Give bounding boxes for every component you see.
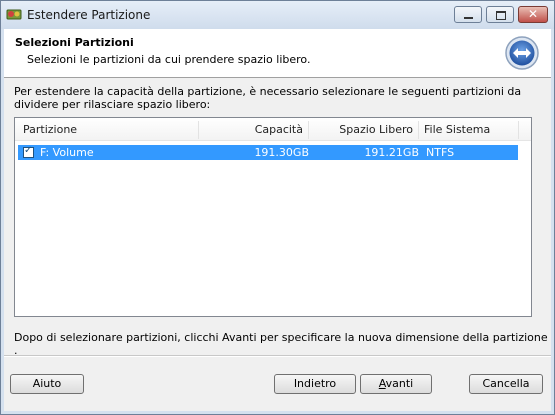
title-bar[interactable]: Estendere Partizione ✕	[1, 1, 554, 29]
partition-list[interactable]: Partizione Capacità Spazio Libero File S…	[14, 117, 532, 317]
next-accelerator: A	[378, 377, 386, 390]
instructions-text: Per estendere la capacità della partizio…	[14, 85, 522, 111]
help-button[interactable]: Aiuto	[10, 374, 84, 394]
dialog-window: Estendere Partizione ✕ Selezioni Partizi…	[0, 0, 555, 415]
close-icon: ✕	[527, 7, 539, 21]
back-button[interactable]: Indietro	[274, 374, 356, 394]
dialog-client: Selezioni Partizioni Selezioni le partiz…	[4, 29, 551, 411]
page-title: Selezioni Partizioni	[15, 36, 134, 49]
column-header-capacity[interactable]: Capacità	[199, 121, 309, 139]
column-header-file-system[interactable]: File Sistema	[419, 121, 519, 139]
app-icon	[6, 9, 22, 20]
extend-arrows-icon	[505, 36, 539, 70]
maximize-button[interactable]	[486, 6, 514, 23]
window-title: Estendere Partizione	[27, 8, 151, 22]
next-label: vanti	[385, 377, 414, 390]
separator	[4, 355, 551, 357]
cell-partition: F: Volume	[40, 146, 94, 159]
page-subtitle: Selezioni le partizioni da cui prendere …	[27, 53, 311, 66]
checkmark-icon: ✓	[24, 145, 33, 156]
close-button[interactable]: ✕	[518, 6, 548, 23]
table-row[interactable]: ✓ F: Volume 191.30GB 191.21GB NTFS	[18, 145, 518, 160]
footer-note: Dopo di selezionare partizioni, clicchi …	[14, 331, 548, 357]
row-checkbox[interactable]: ✓	[23, 145, 34, 158]
cancel-button[interactable]: Cancella	[469, 374, 543, 394]
column-header-free-space[interactable]: Spazio Libero	[309, 121, 419, 139]
cell-file-system: NTFS	[426, 146, 455, 159]
minimize-button[interactable]	[454, 6, 482, 23]
cell-free-space: 191.21GB	[364, 146, 419, 159]
wizard-header: Selezioni Partizioni Selezioni le partiz…	[4, 29, 551, 78]
cell-capacity: 191.30GB	[254, 146, 309, 159]
next-button[interactable]: Avanti	[360, 374, 432, 394]
column-header-partition[interactable]: Partizione	[15, 121, 199, 139]
